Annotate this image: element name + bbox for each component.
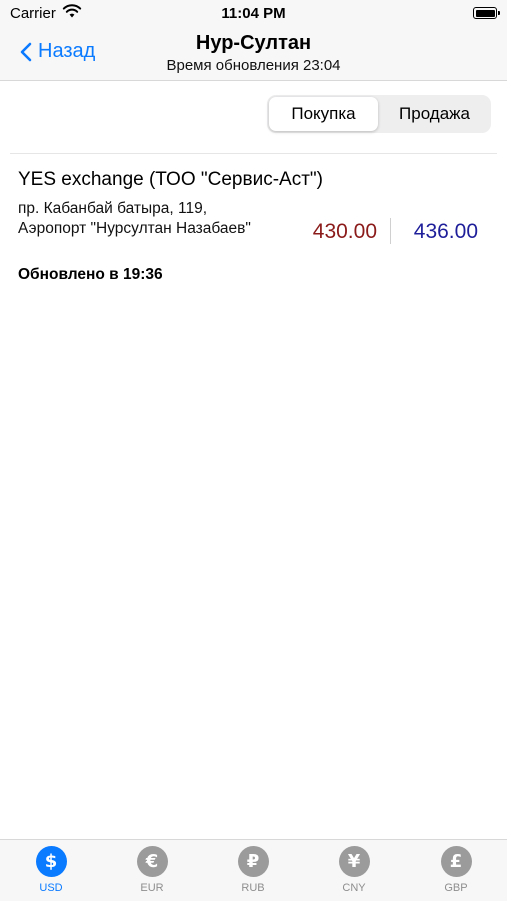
tab-usd-label: USD [39,882,63,894]
tab-cny-label: CNY [342,882,366,894]
tab-rub-label: RUB [241,882,265,894]
sell-rate: 436.00 [413,220,478,243]
dollar-icon: $ [35,846,67,877]
exchange-updated-time: Обновлено в 19:36 [18,266,163,283]
tab-rub[interactable]: ₽ RUB [223,846,283,894]
navigation-bar: Назад Нур-Султан Время обновления 23:04 [0,30,507,81]
yuan-icon: ¥ [338,846,370,877]
exchange-list-item[interactable]: YES exchange (ТОО "Сервис-Аст") пр. Каба… [0,154,507,294]
tab-eur-label: EUR [140,882,164,894]
tab-cny[interactable]: ¥ CNY [324,846,384,894]
euro-icon: € [136,846,168,877]
tab-eur[interactable]: € EUR [122,846,182,894]
segment-sell[interactable]: Продажа [380,97,489,131]
buy-sell-segmented-control: Покупка Продажа [267,95,491,133]
page-title: Нур-Султан [195,32,312,54]
exchange-address: пр. Кабанбай батыра, 119, Аэропорт "Нурс… [18,200,251,237]
tab-gbp-label: GBP [444,882,468,894]
segment-buy[interactable]: Покупка [269,97,378,131]
pound-icon: £ [440,846,472,877]
status-bar: Carrier 11:04 PM [0,0,507,30]
status-time: 11:04 PM [221,5,286,22]
rate-divider [390,218,391,244]
tab-gbp[interactable]: £ GBP [426,846,486,894]
battery-icon [473,7,500,19]
exchange-name: YES exchange (ТОО "Сервис-Аст") [18,169,323,190]
tab-usd[interactable]: $ USD [21,846,81,894]
update-time-subtitle: Время обновления 23:04 [166,57,341,74]
ruble-icon: ₽ [237,846,269,877]
tab-bar: $ USD € EUR ₽ RUB ¥ CNY £ GBP [0,839,507,901]
buy-rate: 430.00 [312,220,377,243]
